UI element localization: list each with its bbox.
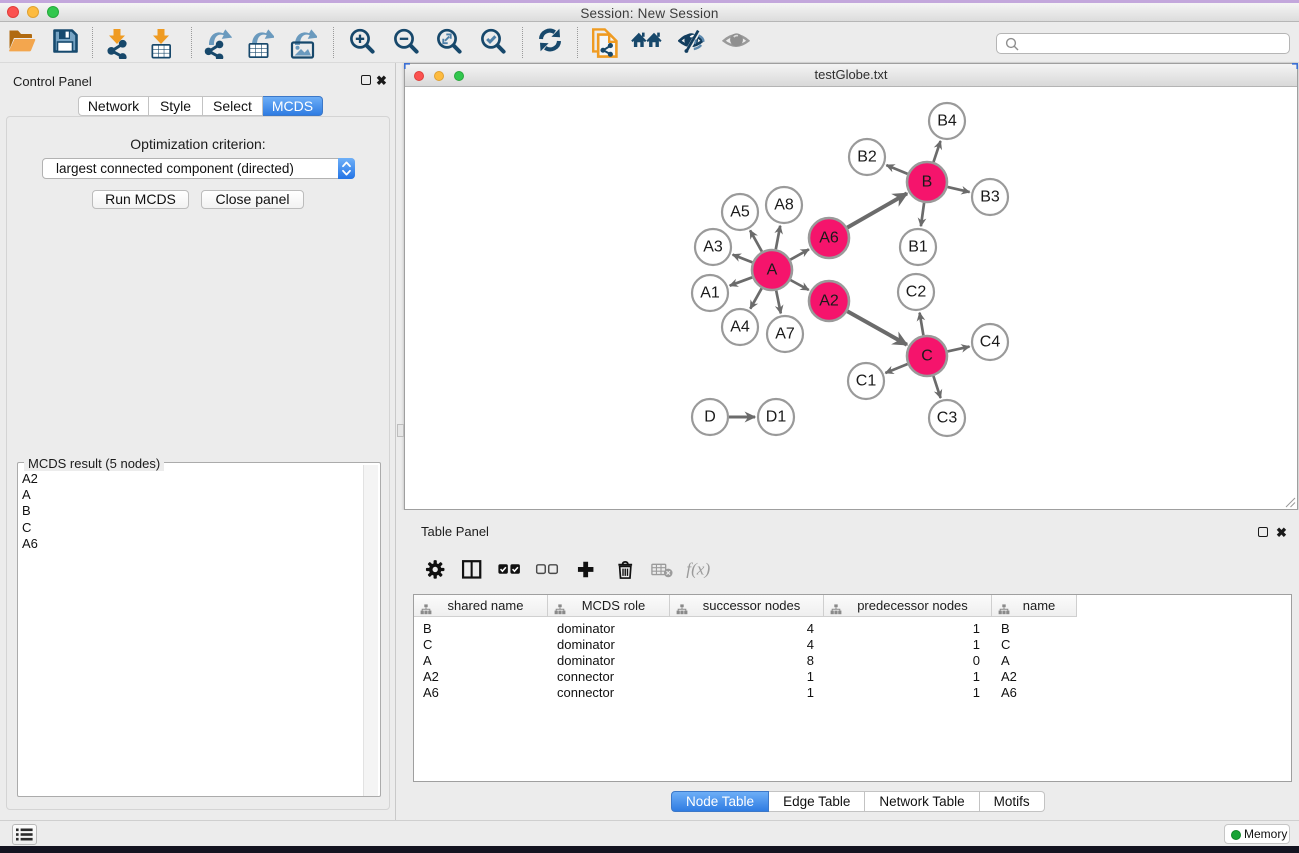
svg-text:A2: A2 <box>819 293 839 310</box>
svg-text:A5: A5 <box>730 204 750 221</box>
svg-text:A8: A8 <box>774 197 794 214</box>
svg-text:A3: A3 <box>703 239 723 256</box>
svg-text:A4: A4 <box>730 319 750 336</box>
svg-text:B: B <box>922 174 933 191</box>
svg-text:B1: B1 <box>908 239 928 256</box>
svg-text:D1: D1 <box>766 409 787 426</box>
svg-text:B3: B3 <box>980 189 1000 206</box>
svg-text:B2: B2 <box>857 149 877 166</box>
svg-text:A6: A6 <box>819 230 839 247</box>
svg-text:C3: C3 <box>937 410 958 427</box>
svg-text:D: D <box>704 409 716 426</box>
svg-text:C: C <box>921 348 933 365</box>
svg-text:C2: C2 <box>906 284 927 301</box>
svg-text:C1: C1 <box>856 373 877 390</box>
svg-text:B4: B4 <box>937 113 957 130</box>
svg-text:A7: A7 <box>775 326 795 343</box>
svg-text:C4: C4 <box>980 334 1001 351</box>
svg-text:A1: A1 <box>700 285 720 302</box>
svg-text:A: A <box>767 262 778 279</box>
